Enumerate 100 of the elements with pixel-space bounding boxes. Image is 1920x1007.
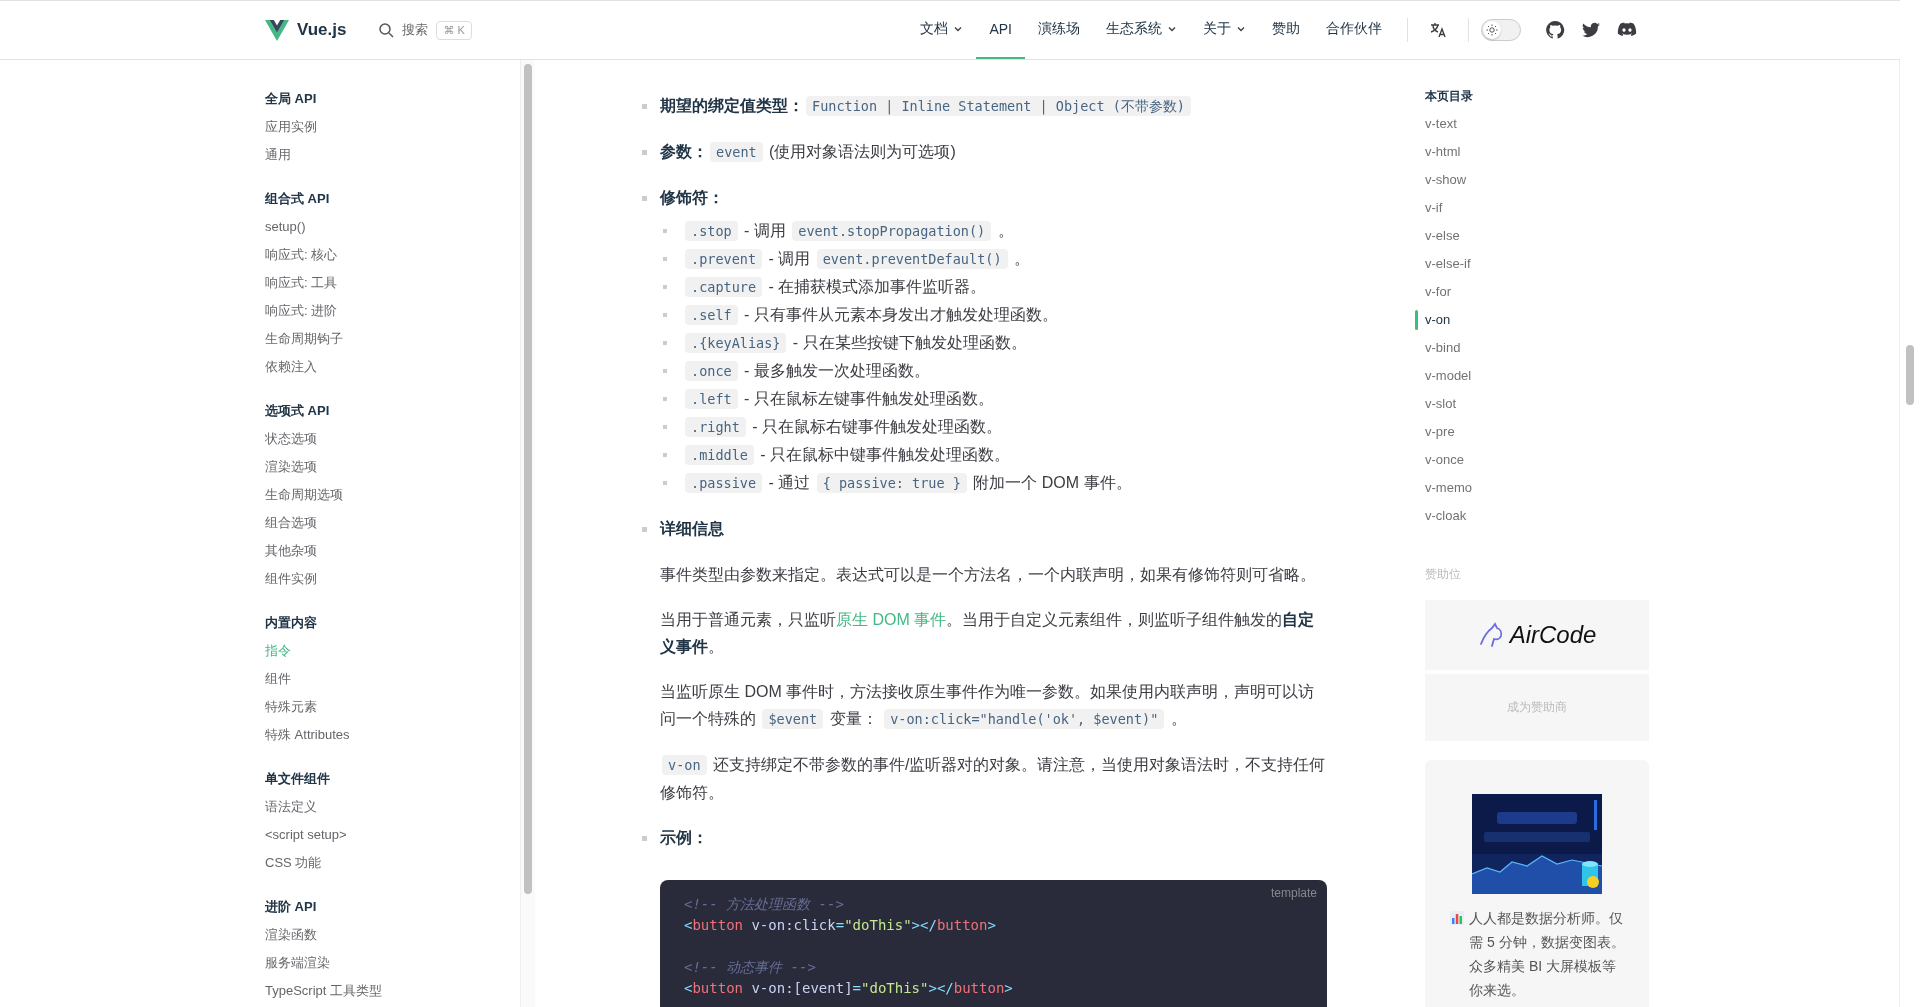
modifier-item: .self - 只有事件从元素本身发出才触发处理函数。 bbox=[683, 301, 1058, 329]
toc-item[interactable]: v-memo bbox=[1425, 474, 1649, 502]
sidebar-item[interactable]: 依赖注入 bbox=[265, 353, 540, 381]
list-bullet bbox=[642, 150, 647, 155]
sidebar-item[interactable]: 组件实例 bbox=[265, 565, 540, 593]
toc-item[interactable]: v-slot bbox=[1425, 390, 1649, 418]
modifier-item: .{keyAlias} - 只在某些按键下触发处理函数。 bbox=[683, 329, 1027, 357]
list-bullet bbox=[642, 836, 647, 841]
github-icon[interactable] bbox=[1545, 20, 1565, 40]
modifier-item: .middle - 只在鼠标中键事件触发处理函数。 bbox=[683, 441, 1011, 469]
theme-toggle[interactable] bbox=[1481, 19, 1521, 41]
sidebar-item[interactable]: 响应式: 工具 bbox=[265, 269, 540, 297]
sidebar-item[interactable]: 组件 bbox=[265, 665, 540, 693]
toc-item[interactable]: v-bind bbox=[1425, 334, 1649, 362]
nav-link[interactable]: 赞助 bbox=[1259, 1, 1313, 59]
modifier-item: .left - 只在鼠标左键事件触发处理函数。 bbox=[683, 385, 994, 413]
nav-link[interactable]: 演练场 bbox=[1025, 1, 1093, 59]
search-button[interactable]: 搜索 ⌘ K bbox=[374, 16, 476, 44]
list-bullet bbox=[663, 453, 667, 457]
modifier-item: .stop - 调用 event.stopPropagation() 。 bbox=[683, 217, 1014, 245]
list-bullet bbox=[663, 285, 667, 289]
section-label: 修饰符： bbox=[660, 188, 725, 208]
toc-item[interactable]: v-show bbox=[1425, 166, 1649, 194]
nav-link[interactable]: API bbox=[976, 1, 1025, 59]
search-label: 搜索 bbox=[402, 21, 429, 39]
scrollbar[interactable] bbox=[520, 60, 535, 1007]
nav-link[interactable]: 合作伙伴 bbox=[1313, 1, 1395, 59]
toc-item[interactable]: v-if bbox=[1425, 194, 1649, 222]
section-label: 示例： bbox=[660, 828, 709, 848]
sidebar-heading: 进阶 API bbox=[265, 898, 318, 916]
section-label: 详细信息 bbox=[660, 519, 725, 539]
sidebar-item[interactable]: 服务端渲染 bbox=[265, 949, 540, 977]
ad-text: 人人都是数据分析师。仅需 5 分钟，数据变图表。众多精美 BI 大屏模板等你来选。 bbox=[1469, 909, 1625, 1000]
list-bullet bbox=[663, 341, 667, 345]
sponsor-card[interactable]: AirCode bbox=[1425, 600, 1649, 670]
sidebar-item[interactable]: TypeScript 工具类型 bbox=[265, 977, 540, 1005]
toc-item[interactable]: v-once bbox=[1425, 446, 1649, 474]
code-line: <button v-on:[event]="doThis"></button> bbox=[684, 979, 1014, 998]
toc-heading: 本页目录 bbox=[1425, 88, 1474, 105]
sidebar-heading: 全局 API bbox=[265, 90, 318, 108]
sidebar-item[interactable]: 应用实例 bbox=[265, 113, 540, 141]
twitter-icon[interactable] bbox=[1581, 20, 1601, 40]
shortcut-hint: ⌘ K bbox=[436, 20, 472, 40]
home-link[interactable]: Vue.js bbox=[265, 19, 347, 41]
toc-item[interactable]: v-else bbox=[1425, 222, 1649, 250]
language-label: template bbox=[1270, 886, 1317, 900]
sidebar-item[interactable]: CSS 功能 bbox=[265, 849, 540, 877]
modifier-item: .capture - 在捕获模式添加事件监听器。 bbox=[683, 273, 987, 301]
list-bullet bbox=[663, 369, 667, 373]
nav-link[interactable]: 文档 bbox=[907, 1, 977, 59]
modifier-item: .right - 只在鼠标右键事件触发处理函数。 bbox=[683, 413, 1002, 441]
sidebar-item[interactable]: setup() bbox=[265, 213, 540, 241]
sidebar-item[interactable]: 响应式: 进阶 bbox=[265, 297, 540, 325]
sidebar-item[interactable]: 通用 bbox=[265, 141, 540, 169]
paragraph: v-on 还支持绑定不带参数的事件/监听器对的对象。请注意，当使用对象语法时，不支持任何修饰符。 bbox=[660, 754, 1327, 803]
sidebar-item[interactable]: 生命周期钩子 bbox=[265, 325, 540, 353]
nav-link[interactable]: 关于 bbox=[1190, 1, 1259, 59]
toc-item[interactable]: v-on bbox=[1425, 306, 1649, 334]
list-bullet bbox=[642, 104, 647, 109]
sidebar-heading: 组合式 API bbox=[265, 190, 331, 208]
modifier-item: .prevent - 调用 event.preventDefault() 。 bbox=[683, 245, 1030, 273]
sidebar-item[interactable]: 语法定义 bbox=[265, 793, 540, 821]
sidebar-item[interactable]: 生命周期选项 bbox=[265, 481, 540, 509]
list-bullet bbox=[663, 397, 667, 401]
sidebar-item[interactable]: 渲染函数 bbox=[265, 921, 540, 949]
sidebar-item[interactable]: 响应式: 核心 bbox=[265, 241, 540, 269]
code-line: <!-- 动态事件 --> bbox=[684, 958, 817, 977]
list-bullet bbox=[663, 257, 667, 261]
sidebar-item[interactable]: <script setup> bbox=[265, 821, 540, 849]
translate-icon[interactable] bbox=[1428, 20, 1448, 40]
nav-link[interactable]: 生态系统 bbox=[1093, 1, 1190, 59]
code-line: <button v-on:click="doThis"></button> bbox=[684, 916, 997, 935]
sidebar-item[interactable]: 特殊元素 bbox=[265, 693, 540, 721]
list-bullet bbox=[663, 313, 667, 317]
list-bullet bbox=[642, 196, 647, 201]
toc-item[interactable]: v-text bbox=[1425, 110, 1649, 138]
sidebar-item[interactable]: 组合选项 bbox=[265, 509, 540, 537]
toc-item[interactable]: v-for bbox=[1425, 278, 1649, 306]
search-icon bbox=[378, 22, 395, 38]
list-bullet bbox=[663, 229, 667, 233]
sponsor-name: AirCode bbox=[1509, 621, 1597, 649]
sun-icon bbox=[1486, 24, 1498, 36]
bar-chart-icon bbox=[1449, 910, 1465, 926]
sponsor-heading: 赞助位 bbox=[1425, 566, 1462, 583]
toc-item[interactable]: v-else-if bbox=[1425, 250, 1649, 278]
toc-item[interactable]: v-cloak bbox=[1425, 502, 1649, 530]
sidebar-item[interactable]: 其他杂项 bbox=[265, 537, 540, 565]
sidebar-item[interactable]: 特殊 Attributes bbox=[265, 721, 540, 749]
toc-item[interactable]: v-model bbox=[1425, 362, 1649, 390]
field-line: 参数： event (使用对象语法则为可选项) bbox=[660, 141, 957, 164]
sidebar-heading: 选项式 API bbox=[265, 402, 331, 420]
sidebar-item[interactable]: 状态选项 bbox=[265, 425, 540, 453]
toc-item[interactable]: v-html bbox=[1425, 138, 1649, 166]
sidebar-heading: 内置内容 bbox=[265, 614, 318, 632]
list-bullet bbox=[663, 425, 667, 429]
sidebar-heading: 单文件组件 bbox=[265, 770, 331, 788]
toc-item[interactable]: v-pre bbox=[1425, 418, 1649, 446]
list-bullet bbox=[642, 527, 647, 532]
sidebar-item[interactable]: 渲染选项 bbox=[265, 453, 540, 481]
paragraph: 当用于普通元素，只监听原生 DOM 事件。当用于自定义元素组件，则监听子组件触发的自定义事件。 bbox=[660, 610, 1316, 657]
